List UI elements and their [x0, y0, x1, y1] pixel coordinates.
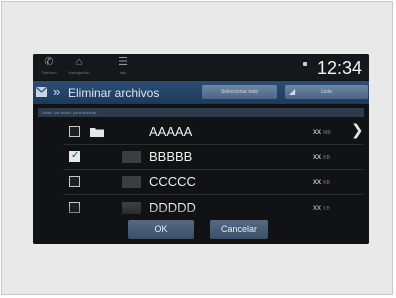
file-icon [122, 176, 141, 188]
checkbox[interactable] [69, 126, 80, 137]
file-size: xx KB [313, 177, 330, 186]
instruction-bar: Selec. los archiv. para eliminar [38, 108, 364, 117]
pointer-icon: ◢ [289, 87, 296, 96]
select-all-button[interactable]: Seleccionar todo [202, 85, 277, 99]
info-button[interactable]: ☰ Info [110, 55, 136, 79]
list-fade-overlay [33, 204, 369, 244]
file-size: xx MB [313, 127, 331, 136]
info-icon: ☰ [118, 56, 128, 68]
phone-button[interactable]: ✆ Teléfono [36, 55, 62, 79]
navigation-icon: ⌂ [75, 56, 83, 68]
mail-icon [36, 87, 47, 97]
status-bar: ✆ Teléfono ⌂ Navegación ☰ Info 12:34 [33, 54, 369, 80]
checkbox-checked[interactable]: ✓ [69, 150, 80, 162]
page-title: Eliminar archivos [68, 86, 160, 100]
list-item[interactable]: AAAAA xx MB ❯ [33, 120, 369, 144]
signal-icon [303, 62, 307, 66]
chevron-right-icon[interactable]: ❯ [351, 122, 364, 140]
ok-button[interactable]: OK [128, 220, 194, 239]
navigation-button[interactable]: ⌂ Navegación [66, 55, 92, 79]
clock: 12:34 [316, 58, 362, 78]
file-icon [122, 151, 141, 163]
list-item[interactable]: CCCCC xx KB [33, 170, 369, 194]
divider [63, 194, 363, 195]
list-button[interactable]: ◢ Lista [285, 85, 368, 99]
infotainment-screen: ✆ Teléfono ⌂ Navegación ☰ Info 12:34 » E… [33, 54, 369, 244]
folder-icon [90, 128, 104, 137]
checkbox[interactable] [69, 176, 80, 187]
phone-icon: ✆ [44, 56, 54, 68]
list-item[interactable]: ✓ BBBBB xx KB [33, 145, 369, 169]
check-icon: ✓ [71, 150, 80, 161]
title-bar: » Eliminar archivos Seleccionar todo ◢ L… [33, 81, 369, 104]
file-size: xx KB [313, 152, 330, 161]
page-panel: ✆ Teléfono ⌂ Navegación ☰ Info 12:34 » E… [1, 1, 393, 295]
cancel-button[interactable]: Cancelar [210, 220, 268, 239]
back-chevron-icon[interactable]: » [53, 83, 60, 101]
